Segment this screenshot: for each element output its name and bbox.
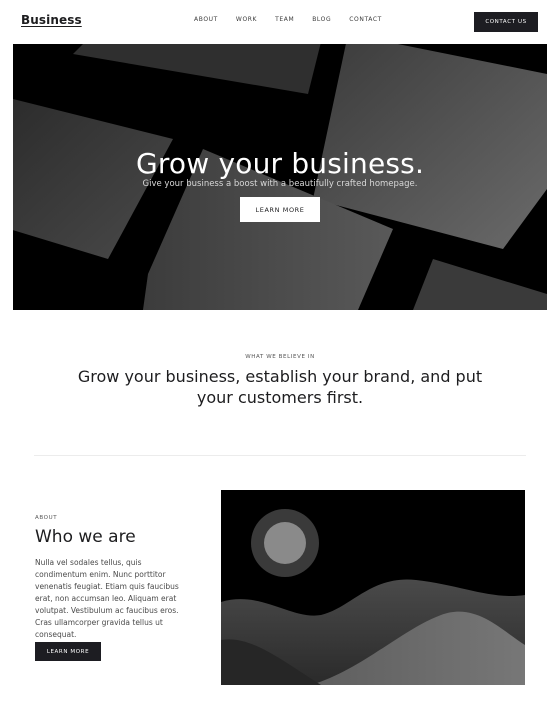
- hero-learn-more-button[interactable]: LEARN MORE: [240, 197, 320, 222]
- about-eyebrow: ABOUT: [35, 515, 58, 521]
- nav-link-work[interactable]: WORK: [236, 16, 257, 23]
- belief-statement: Grow your business, establish your brand…: [77, 367, 483, 407]
- nav-link-team[interactable]: TEAM: [275, 16, 294, 23]
- hero-card-shape: [413, 259, 547, 310]
- about-title: Who we are: [35, 527, 136, 547]
- main-nav: ABOUT WORK TEAM BLOG CONTACT: [194, 16, 382, 23]
- about-body-text: Nulla vel sodales tellus, quis condiment…: [35, 558, 179, 639]
- site-header: Business ABOUT WORK TEAM BLOG CONTACT CO…: [0, 0, 560, 44]
- nav-link-blog[interactable]: BLOG: [312, 16, 331, 23]
- contact-us-button[interactable]: CONTACT US: [474, 12, 538, 32]
- nav-link-about[interactable]: ABOUT: [194, 16, 218, 23]
- hero-section: Grow your business. Give your business a…: [13, 44, 547, 310]
- moon-landscape-graphic: [221, 509, 525, 685]
- nav-link-contact[interactable]: CONTACT: [349, 16, 382, 23]
- about-learn-more-button[interactable]: LEARN MORE: [35, 642, 101, 661]
- belief-eyebrow: WHAT WE BELIEVE IN: [245, 354, 315, 360]
- about-illustration: [221, 490, 525, 685]
- hero-title: Grow your business.: [135, 146, 425, 180]
- moon: [264, 522, 306, 564]
- hero-card-shape: [73, 44, 321, 94]
- section-divider: [34, 455, 526, 456]
- hero-subtitle: Give your business a boost with a beauti…: [142, 178, 418, 189]
- brand-logo-link[interactable]: Business: [21, 13, 82, 27]
